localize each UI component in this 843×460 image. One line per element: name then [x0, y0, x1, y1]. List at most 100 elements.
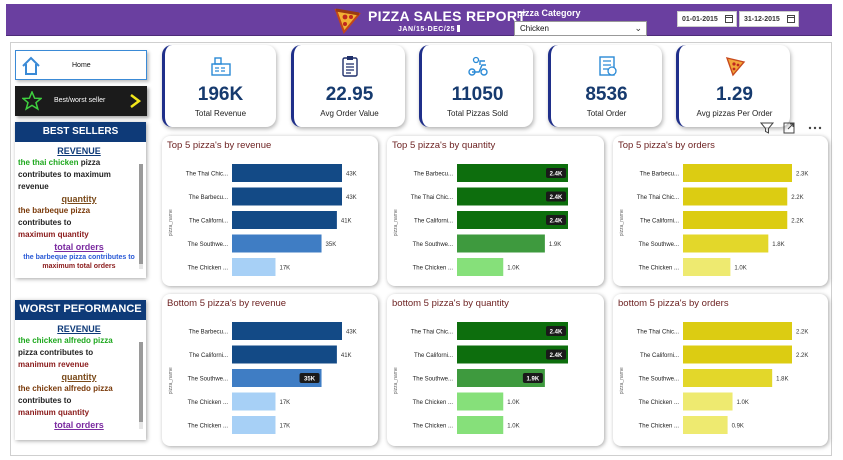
chart-card-bottom-orders: bottom 5 pizza's by orders pizza_name The…: [613, 294, 828, 446]
report-canvas: PIZZA SALES REPORT JAN/15-DEC/25 pizza C…: [0, 0, 843, 460]
kpi-card-avg-pizzas-per-order: 1.29 Avg pizzas Per Order: [676, 45, 790, 127]
bar: [232, 258, 276, 276]
bar: [683, 211, 788, 229]
category-label: The Californi...: [640, 219, 679, 225]
home-button[interactable]: Home: [15, 50, 147, 80]
data-label: 1.0K: [507, 266, 519, 272]
focus-mode-icon[interactable]: [783, 122, 795, 134]
kpi-label: Avg pizzas Per Order: [696, 109, 773, 118]
category-label: The Chicken ...: [188, 400, 229, 406]
bar: [683, 369, 773, 387]
more-options-icon[interactable]: [808, 126, 822, 130]
bar: [683, 392, 733, 411]
star-icon: [22, 91, 42, 111]
calendar-icon[interactable]: [787, 15, 795, 23]
pizza-logo-icon: [334, 8, 361, 34]
data-label: 1.8K: [776, 377, 788, 383]
bar: [232, 392, 276, 411]
bar: [457, 392, 504, 411]
data-label: 0.9K: [732, 424, 744, 430]
kpi-card-avg-order-value: 22.95 Avg Order Value: [291, 45, 405, 127]
y-axis-label: pizza_name: [619, 209, 625, 236]
calendar-icon[interactable]: [725, 15, 733, 23]
category-label: The Thai Chic...: [186, 172, 229, 178]
best-quantity-line-3: maximum quantity: [18, 230, 89, 239]
best-orders-line-2: maximum total orders: [42, 263, 116, 270]
kpi-value: 8536: [585, 84, 628, 105]
data-label: 1.0K: [507, 424, 519, 430]
start-date-input[interactable]: 01-01-2015: [677, 11, 737, 27]
category-label: The Southwe...: [639, 377, 680, 383]
bar: [457, 416, 504, 434]
data-label: 17K: [279, 400, 290, 406]
best-revenue-suffix: pizza: [78, 158, 101, 167]
category-label: The Chicken ...: [188, 266, 229, 272]
y-axis-label: pizza_name: [393, 367, 399, 394]
bar: [457, 234, 545, 253]
bar: [232, 234, 322, 253]
data-label: 2.4K: [550, 195, 563, 201]
bar: [683, 345, 792, 364]
best-worst-seller-button[interactable]: Best/worst seller: [15, 86, 147, 116]
scrollbar-thumb[interactable]: [139, 342, 143, 422]
y-axis-label: pizza_name: [168, 209, 174, 236]
end-date-input[interactable]: 31-12-2015: [739, 11, 799, 27]
best-worst-seller-label: Best/worst seller: [54, 97, 106, 104]
data-label: 17K: [279, 424, 290, 430]
filter-icon[interactable]: [760, 122, 775, 134]
worst-orders-heading: total orders: [54, 420, 104, 430]
category-label: The Californi...: [414, 219, 453, 225]
category-label: The Chicken ...: [413, 400, 454, 406]
worst-performance-scrollbar[interactable]: [139, 342, 143, 429]
data-label: 41K: [341, 353, 352, 359]
bar: [457, 258, 504, 276]
worst-performance-title: WORST PEFORMANCE: [15, 300, 146, 320]
data-label: 43K: [346, 330, 357, 336]
category-label: The Californi...: [189, 219, 228, 225]
category-label: The Chicken ...: [639, 400, 680, 406]
worst-quantity-line-2: contributes to: [18, 396, 72, 405]
worst-performance-body: REVENUE the chicken alfredo pizza pizza …: [15, 320, 146, 431]
kpi-value: 196K: [197, 84, 244, 105]
chart-card-bottom-revenue: Bottom 5 pizza's by revenue pizza_name Th…: [162, 294, 378, 446]
bar: [232, 322, 342, 340]
y-axis-label: pizza_name: [168, 367, 174, 394]
data-label: 1.8K: [772, 242, 784, 248]
clipboard-icon: [342, 56, 358, 77]
data-label: 2.2K: [796, 353, 808, 359]
bar: [232, 345, 337, 364]
chart-card-top-quantity: Top 5 pizza's by quantity pizza_name The …: [387, 136, 604, 286]
category-label: The Thai Chic...: [411, 195, 454, 201]
pizza-slice-icon: [725, 57, 746, 77]
worst-performance-panel: WORST PEFORMANCE REVENUE the chicken alf…: [15, 300, 146, 440]
kpi-value: 1.29: [716, 84, 753, 105]
category-label: The Southwe...: [413, 377, 454, 383]
category-label: The Californi...: [640, 353, 679, 359]
category-label: The Californi...: [189, 353, 228, 359]
chart-card-top-revenue: Top 5 pizza's by revenue pizza_name The T…: [162, 136, 378, 286]
chevron-down-icon: ⌄: [634, 23, 642, 33]
report-title: PIZZA SALES REPORT: [368, 8, 527, 24]
data-label: 2.4K: [550, 353, 563, 359]
text-cursor: [457, 25, 461, 32]
kpi-label: Total Revenue: [194, 109, 247, 118]
category-dropdown[interactable]: Chicken ⌄: [514, 21, 647, 36]
category-label: The Barbecu...: [414, 172, 454, 178]
data-label: 17K: [279, 266, 290, 272]
scrollbar-thumb[interactable]: [139, 164, 143, 264]
worst-quantity-heading: quantity: [61, 372, 97, 382]
data-label: 1.9K: [527, 377, 540, 383]
chart-top-revenue: pizza_name The Thai Chic... 43K The Barbecu…: [168, 164, 357, 276]
bar: [683, 164, 792, 182]
best-sellers-body: REVENUE the thai chicken pizza contribut…: [15, 142, 146, 271]
category-label: The Southwe...: [413, 242, 454, 248]
chart-card-bottom-quantity: bottom 5 pizza's by quantity pizza_name T…: [387, 294, 604, 446]
bar: [683, 258, 731, 276]
best-sellers-scrollbar[interactable]: [139, 164, 143, 269]
data-label: 2.2K: [796, 330, 808, 336]
category-selected-value: Chicken: [520, 24, 549, 33]
bar: [683, 322, 792, 340]
data-label: 2.4K: [550, 172, 563, 178]
best-quantity-line-1: the barbeque pizza: [18, 206, 91, 215]
data-label: 1.0K: [734, 266, 746, 272]
